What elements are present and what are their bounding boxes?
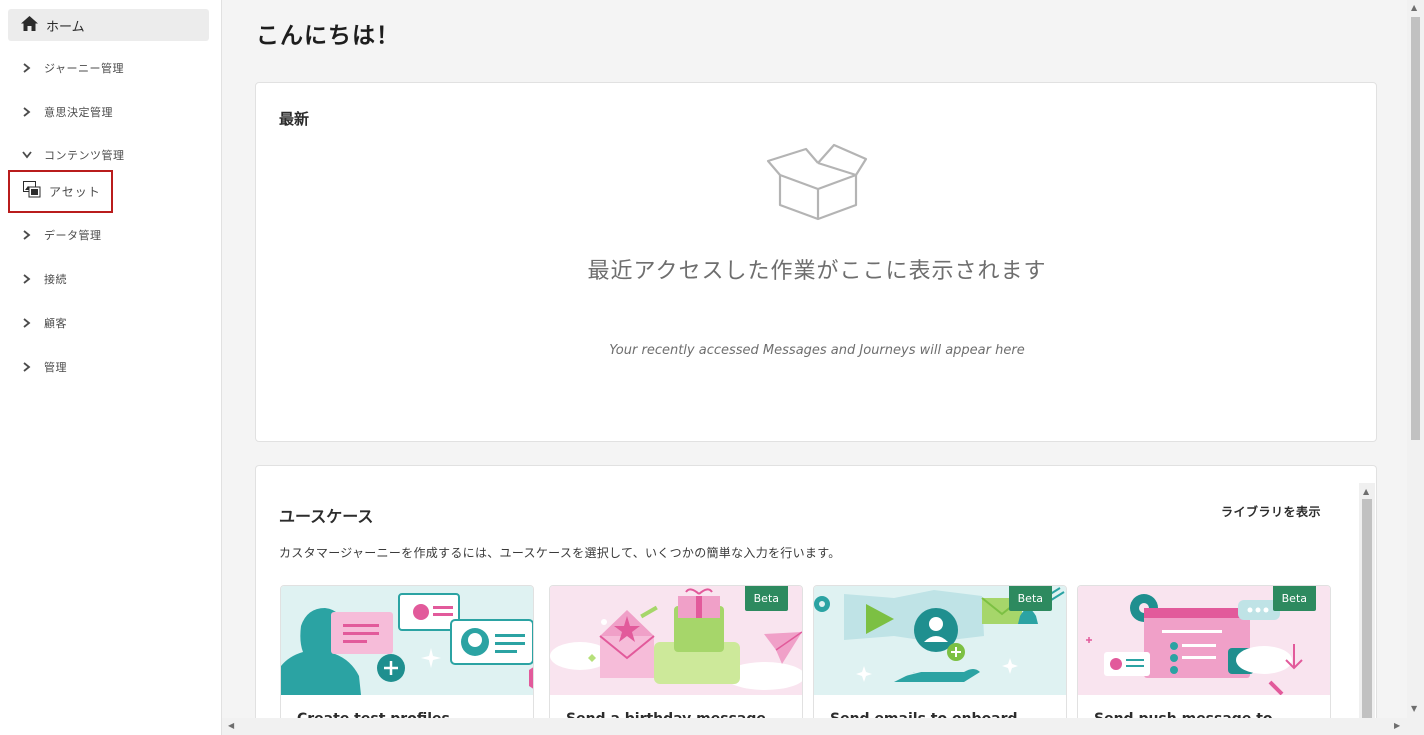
sidebar-item-data-management[interactable]: データ管理 <box>22 225 102 245</box>
use-case-illustration <box>281 586 533 695</box>
sidebar-item-label: コンテンツ管理 <box>44 149 125 162</box>
sidebar-item-home[interactable]: ホーム <box>8 9 209 41</box>
page-horizontal-scrollbar[interactable]: ◀ ▶ <box>222 718 1424 735</box>
sidebar-item-customers[interactable]: 顧客 <box>22 313 67 333</box>
sidebar-item-label: ジャーニー管理 <box>44 62 124 75</box>
sidebar-item-label: 意思決定管理 <box>44 106 113 119</box>
sidebar-item-label: ホーム <box>46 19 85 35</box>
empty-state-subtitle: Your recently accessed Messages and Jour… <box>609 343 1025 358</box>
sidebar-item-label: 接続 <box>44 273 67 286</box>
beta-badge: Beta <box>1272 586 1316 611</box>
sidebar-item-administration[interactable]: 管理 <box>22 357 67 377</box>
home-icon <box>21 15 38 35</box>
page-vertical-scrollbar[interactable]: ▲ ▼ <box>1407 0 1424 718</box>
chevron-right-icon <box>22 230 32 240</box>
scroll-up-arrow-icon[interactable]: ▲ <box>1411 3 1417 12</box>
sidebar-item-content-management[interactable]: コンテンツ管理 <box>22 145 125 165</box>
chevron-right-icon <box>22 107 32 117</box>
sidebar: ホーム ジャーニー管理 意思決定管理 コンテンツ管理 アセット データ管理 接続 <box>0 0 222 735</box>
scrollbar-thumb[interactable] <box>1362 499 1372 719</box>
empty-box-icon <box>766 143 870 227</box>
use-cases-title: ユースケース <box>279 507 374 526</box>
sidebar-item-label: データ管理 <box>44 229 102 242</box>
empty-state-title: 最近アクセスした作業がここに表示されます <box>587 259 1047 284</box>
use-case-illustration: Beta <box>814 586 1066 695</box>
beta-badge: Beta <box>1008 586 1052 611</box>
sidebar-item-label: 顧客 <box>44 317 67 330</box>
beta-badge: Beta <box>744 586 788 611</box>
chevron-down-icon <box>22 150 32 160</box>
use-case-tile-test-profiles[interactable]: Create test profiles <box>280 585 534 735</box>
view-library-link[interactable]: ライブラリを表示 <box>1221 503 1321 520</box>
use-case-tile-push[interactable]: Beta Send push message to <box>1077 585 1331 735</box>
sidebar-item-label: 管理 <box>44 361 67 374</box>
sidebar-item-label: アセット <box>49 185 101 199</box>
chevron-right-icon <box>22 274 32 284</box>
use-cases-scrollbar[interactable]: ▲ <box>1359 483 1375 719</box>
scroll-left-arrow-icon[interactable]: ◀ <box>228 721 234 730</box>
recent-card: 最新 最近アクセスした作業がここに表示されます Your recently ac… <box>255 82 1377 442</box>
use-case-tile-onboard[interactable]: Beta Send emails to onboard <box>813 585 1067 735</box>
chevron-right-icon <box>22 362 32 372</box>
chevron-right-icon <box>22 318 32 328</box>
use-cases-description: カスタマージャーニーを作成するには、ユースケースを選択して、いくつかの簡単な入力… <box>279 546 841 560</box>
sidebar-item-assets[interactable]: アセット <box>8 170 113 213</box>
scroll-up-arrow-icon[interactable]: ▲ <box>1363 487 1369 496</box>
sidebar-item-journey-management[interactable]: ジャーニー管理 <box>22 58 124 78</box>
use-case-illustration: Beta <box>550 586 802 695</box>
assets-icon <box>23 181 41 202</box>
recent-title: 最新 <box>279 110 310 128</box>
sidebar-item-connections[interactable]: 接続 <box>22 269 67 289</box>
scroll-down-arrow-icon[interactable]: ▼ <box>1411 704 1417 713</box>
sidebar-item-decision-management[interactable]: 意思決定管理 <box>22 102 113 122</box>
scroll-right-arrow-icon[interactable]: ▶ <box>1394 721 1400 730</box>
use-case-illustration: Beta <box>1078 586 1330 695</box>
page-title: こんにちは！ <box>256 23 400 49</box>
scrollbar-thumb[interactable] <box>1411 17 1420 440</box>
use-cases-card: ユースケース ライブラリを表示 カスタマージャーニーを作成するには、ユースケース… <box>255 465 1377 735</box>
chevron-right-icon <box>22 63 32 73</box>
use-case-tile-birthday[interactable]: Beta Send a birthday message <box>549 585 803 735</box>
